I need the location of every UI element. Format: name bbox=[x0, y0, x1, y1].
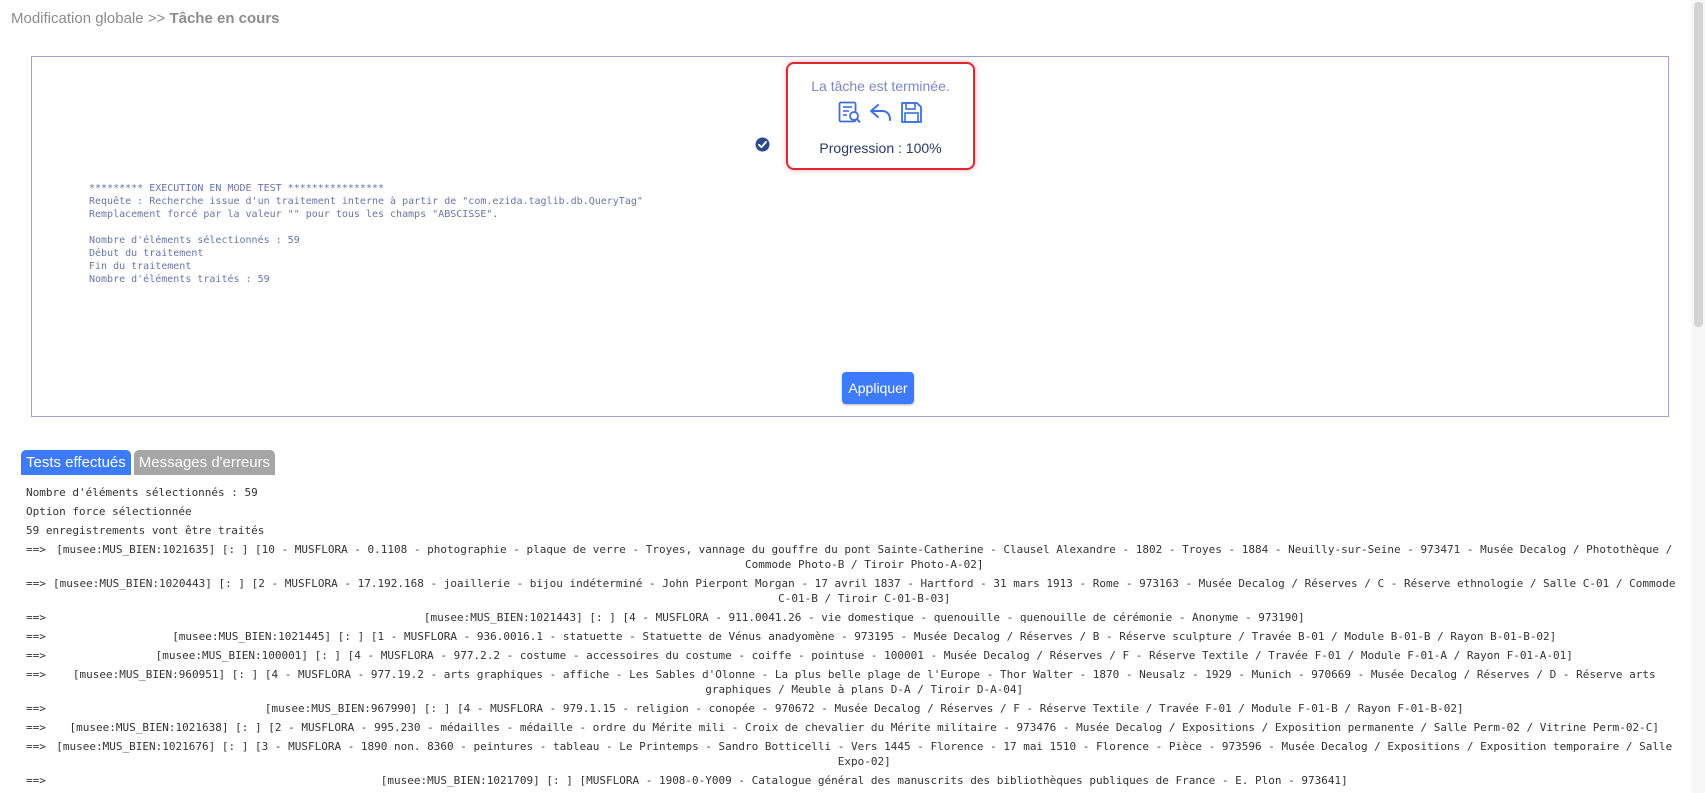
result-record: ==> [musee:MUS_BIEN:1020443] [: ] [2 - M… bbox=[26, 576, 1676, 606]
record-text: [musee:MUS_BIEN:1021638] [: ] [2 - MUSFL… bbox=[69, 721, 1659, 734]
execution-log: ********* EXECUTION EN MODE TEST *******… bbox=[89, 182, 643, 286]
record-text: [musee:MUS_BIEN:1021445] [: ] [1 - MUSFL… bbox=[172, 630, 1557, 643]
progress-label: Progression : bbox=[819, 140, 906, 156]
log-line: ********* EXECUTION EN MODE TEST *******… bbox=[89, 183, 385, 194]
result-record: ==> [musee:MUS_BIEN:1021709] [: ] [MUSFL… bbox=[26, 773, 1676, 788]
breadcrumb-parent[interactable]: Modification globale bbox=[11, 10, 144, 27]
record-arrow: ==> bbox=[26, 721, 53, 734]
record-arrow: ==> bbox=[26, 774, 53, 787]
record-arrow: ==> bbox=[26, 577, 53, 590]
progress-text: Progression : 100% bbox=[788, 140, 973, 156]
result-record: ==> [musee:MUS_BIEN:1021443] [: ] [4 - M… bbox=[26, 610, 1676, 625]
record-arrow: ==> bbox=[26, 543, 53, 556]
log-line: Remplacement forcé par la valeur "" pour… bbox=[89, 209, 499, 220]
result-record: ==> [musee:MUS_BIEN:1021638] [: ] [2 - M… bbox=[26, 720, 1676, 735]
record-text: [musee:MUS_BIEN:967990] [: ] [4 - MUSFLO… bbox=[264, 702, 1464, 715]
report-search-icon[interactable] bbox=[837, 100, 862, 125]
record-arrow: ==> bbox=[26, 740, 53, 753]
task-status-box: La tâche est terminée. Progression: 100… bbox=[786, 62, 975, 170]
result-record: ==> [musee:MUS_BIEN:1021676] [: ] [3 - M… bbox=[26, 739, 1676, 769]
record-text: [musee:MUS_BIEN:100001] [: ] [4 - MUSFLO… bbox=[155, 649, 1573, 662]
log-line: Nombre d'éléments sélectionnés : 59 bbox=[89, 235, 300, 246]
record-text: [musee:MUS_BIEN:1021676] [: ] [3 - MUSFL… bbox=[56, 740, 1673, 768]
log-line: Requête : Recherche issue d'un traitemen… bbox=[89, 196, 643, 207]
apply-button[interactable]: Appliquer bbox=[842, 372, 914, 404]
record-text: [musee:MUS_BIEN:1021709] [: ] [MUSFLORA … bbox=[380, 774, 1348, 787]
task-status-message: La tâche est terminée. bbox=[811, 78, 950, 94]
record-text: [musee:MUS_BIEN:960951] [: ] [4 - MUSFLO… bbox=[72, 668, 1656, 696]
result-record: ==> [musee:MUS_BIEN:960951] [: ] [4 - MU… bbox=[26, 667, 1676, 697]
summary-line: Option force sélectionnée bbox=[26, 505, 192, 518]
progress-value: 100% bbox=[905, 140, 942, 156]
record-arrow: ==> bbox=[26, 611, 53, 624]
record-text: [musee:MUS_BIEN:1021443] [: ] [4 - MUSFL… bbox=[423, 611, 1305, 624]
record-text: [musee:MUS_BIEN:1020443] [: ] [2 - MUSFL… bbox=[52, 577, 1676, 605]
results-output: Nombre d'éléments sélectionnés : 59 Optio… bbox=[26, 485, 1676, 792]
breadcrumb: Modification globale >> Tâche en cours bbox=[11, 10, 280, 27]
result-record: ==> [musee:MUS_BIEN:1021445] [: ] [1 - M… bbox=[26, 629, 1676, 644]
result-record: ==> [musee:MUS_BIEN:100001] [: ] [4 - MU… bbox=[26, 648, 1676, 663]
undo-icon[interactable] bbox=[868, 100, 893, 125]
status-actions bbox=[788, 100, 973, 126]
tab-messages-erreurs[interactable]: Messages d'erreurs bbox=[133, 450, 276, 475]
save-icon[interactable] bbox=[899, 100, 924, 125]
page-scrollbar[interactable] bbox=[1691, 0, 1705, 793]
result-record: ==> [musee:MUS_BIEN:1021635] [: ] [10 - … bbox=[26, 542, 1676, 572]
breadcrumb-current: Tâche en cours bbox=[169, 10, 280, 27]
result-record: ==> [musee:MUS_BIEN:967990] [: ] [4 - MU… bbox=[26, 701, 1676, 716]
check-circle-icon bbox=[755, 137, 770, 152]
summary-line: Nombre d'éléments sélectionnés : 59 bbox=[26, 486, 258, 499]
record-arrow: ==> bbox=[26, 630, 53, 643]
record-text: [musee:MUS_BIEN:1021635] [: ] [10 - MUSF… bbox=[56, 543, 1673, 571]
tab-tests-effectues[interactable]: Tests effectués bbox=[21, 450, 131, 475]
log-line: Début du traitement bbox=[89, 248, 204, 259]
record-arrow: ==> bbox=[26, 702, 53, 715]
summary-line: 59 enregistrements vont être traités bbox=[26, 524, 265, 537]
record-arrow: ==> bbox=[26, 668, 53, 681]
breadcrumb-separator: >> bbox=[143, 10, 170, 27]
record-arrow: ==> bbox=[26, 649, 53, 662]
log-line: Nombre d'éléments traités : 59 bbox=[89, 274, 270, 285]
scrollbar-thumb[interactable] bbox=[1694, 2, 1703, 327]
log-line: Fin du traitement bbox=[89, 261, 192, 272]
results-tabs: Tests effectués Messages d'erreurs bbox=[21, 450, 276, 475]
